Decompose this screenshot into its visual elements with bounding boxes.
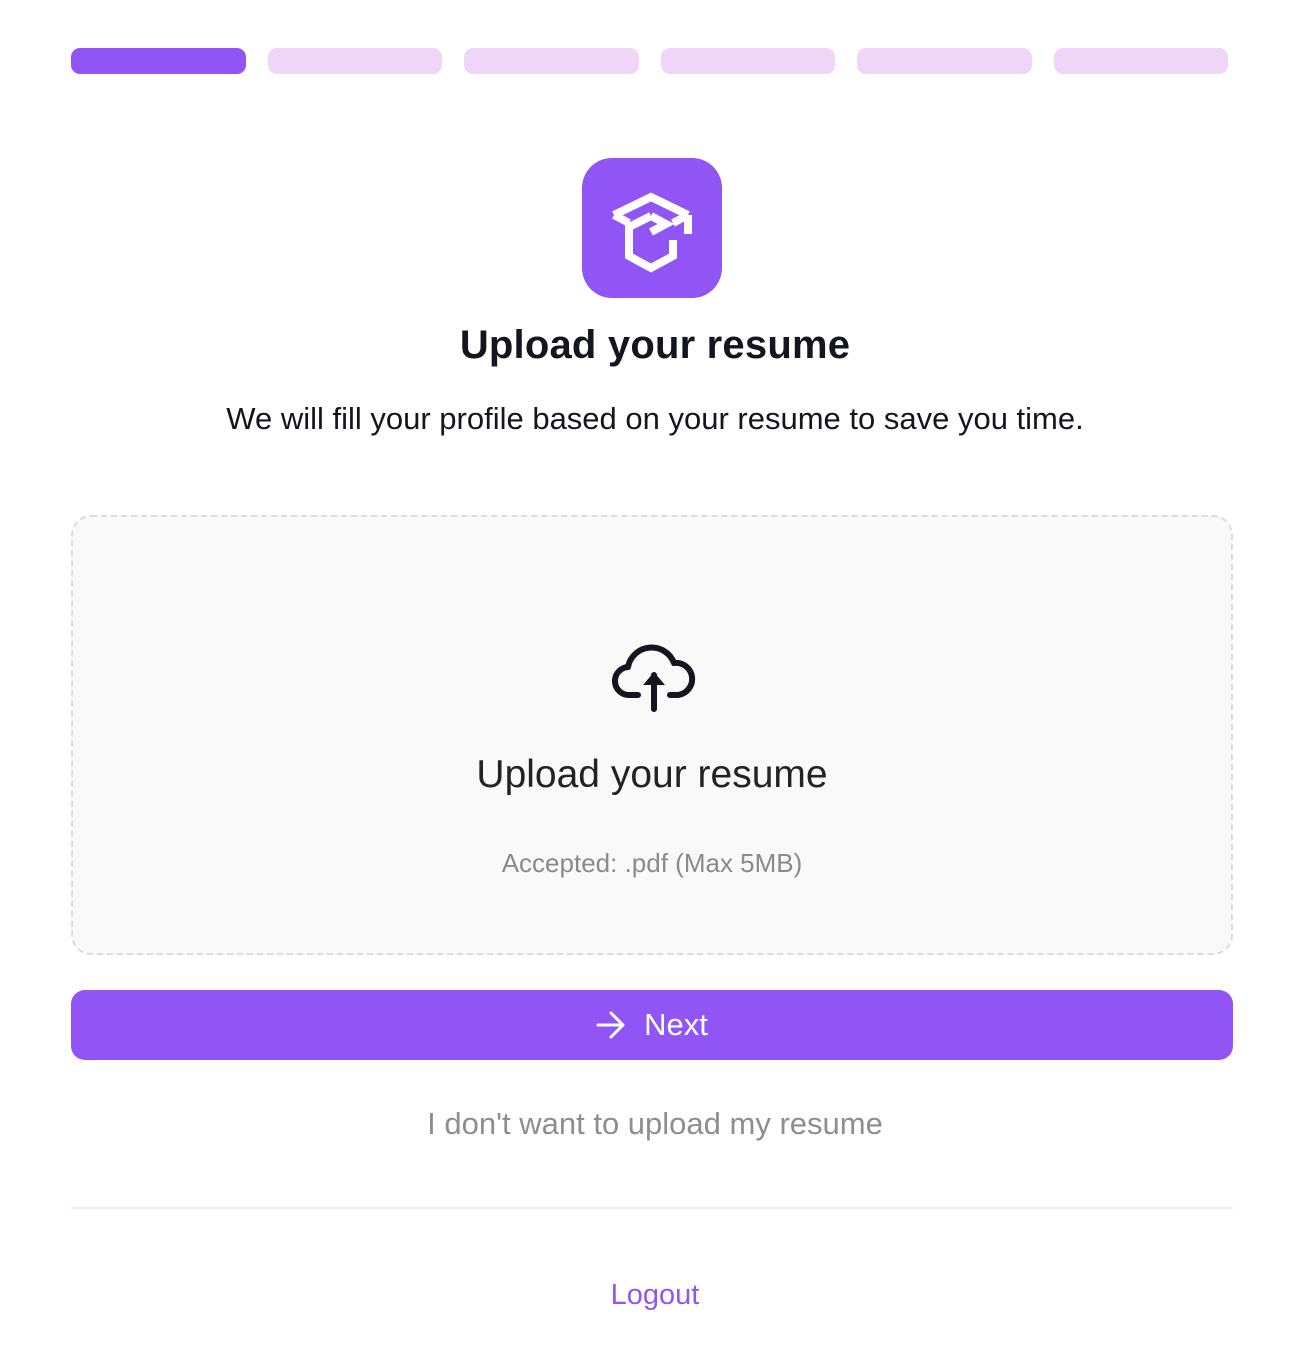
next-button[interactable]: Next: [71, 990, 1233, 1060]
page-subtitle: We will fill your profile based on your …: [226, 401, 1084, 436]
app-logo: [582, 158, 722, 298]
onboarding-page: Upload your resume We will fill your pro…: [0, 0, 1310, 1362]
dropzone-hint: Accepted: .pdf (Max 5MB): [501, 848, 803, 878]
progress-bar: [71, 48, 1228, 74]
arrow-right-icon: [596, 1011, 625, 1039]
next-button-label: Next: [644, 1007, 708, 1042]
graduation-cap-icon: [612, 192, 692, 273]
progress-step-3: [464, 48, 639, 74]
resume-dropzone[interactable]: Upload your resume Accepted: .pdf (Max 5…: [71, 515, 1233, 955]
dropzone-title: Upload your resume: [476, 753, 828, 796]
page-title: Upload your resume: [459, 323, 851, 367]
progress-step-1: [71, 48, 246, 74]
logout-link[interactable]: Logout: [0, 1279, 1310, 1312]
skip-upload-link[interactable]: I don't want to upload my resume: [0, 1106, 1310, 1142]
divider: [71, 1207, 1233, 1209]
progress-step-5: [857, 48, 1032, 74]
progress-step-6: [1053, 48, 1228, 74]
progress-step-4: [660, 48, 835, 74]
cloud-upload-icon: [612, 644, 696, 712]
progress-step-2: [267, 48, 442, 74]
